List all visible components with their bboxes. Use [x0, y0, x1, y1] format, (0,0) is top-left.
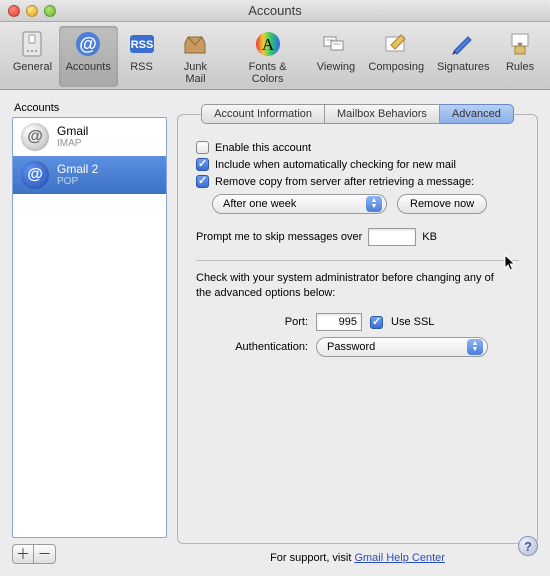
port-input[interactable]: [316, 313, 362, 331]
signatures-icon: [447, 28, 479, 60]
svg-text:@: @: [79, 34, 97, 54]
viewing-icon: [320, 28, 352, 60]
prompt-prefix-label: Prompt me to skip messages over: [196, 231, 362, 243]
tab-advanced[interactable]: Advanced: [440, 104, 514, 124]
at-sign-icon: @: [21, 123, 49, 151]
authentication-value: Password: [327, 341, 375, 353]
rss-icon: RSS: [126, 28, 158, 60]
authentication-label: Authentication:: [196, 341, 308, 353]
account-type: IMAP: [57, 138, 88, 150]
cursor-icon: [504, 254, 518, 272]
port-label: Port:: [196, 316, 308, 328]
rules-icon: [504, 28, 536, 60]
prompt-suffix-label: KB: [422, 231, 437, 243]
use-ssl-label: Use SSL: [391, 316, 434, 328]
remove-copy-label: Remove copy from server after retrieving…: [215, 176, 474, 188]
divider: [196, 260, 519, 261]
add-account-button[interactable]: ＋: [12, 544, 34, 564]
junk-mail-icon: [179, 28, 211, 60]
content-area: Accounts @ Gmail IMAP @ Gmail 2 POP ＋ －: [0, 90, 550, 576]
remove-after-select[interactable]: After one week ▲▼: [212, 194, 387, 214]
svg-text:RSS: RSS: [130, 39, 153, 51]
help-button[interactable]: ?: [518, 536, 538, 556]
accounts-list: @ Gmail IMAP @ Gmail 2 POP: [12, 117, 167, 538]
account-row-gmail[interactable]: @ Gmail IMAP: [13, 118, 166, 156]
composing-icon: [380, 28, 412, 60]
remove-now-button[interactable]: Remove now: [397, 194, 487, 214]
chevron-up-down-icon: ▲▼: [467, 339, 483, 355]
account-row-gmail-2[interactable]: @ Gmail 2 POP: [13, 156, 166, 194]
advanced-panel: Enable this account Include when automat…: [177, 114, 538, 544]
svg-text:A: A: [261, 35, 274, 54]
at-sign-icon: @: [21, 161, 49, 189]
remove-copy-checkbox[interactable]: [196, 175, 209, 188]
fonts-colors-icon: A: [252, 28, 284, 60]
enable-account-checkbox[interactable]: [196, 141, 209, 154]
title-bar: Accounts: [0, 0, 550, 22]
toolbar-accounts[interactable]: @ Accounts: [59, 26, 118, 87]
include-auto-check-label: Include when automatically checking for …: [215, 159, 456, 171]
include-auto-check-checkbox[interactable]: [196, 158, 209, 171]
account-name: Gmail: [57, 124, 88, 138]
preferences-toolbar: General @ Accounts RSS RSS Junk Mail A F…: [0, 22, 550, 90]
toolbar-junk-mail[interactable]: Junk Mail: [166, 26, 226, 87]
support-link[interactable]: Gmail Help Center: [354, 552, 444, 564]
toolbar-composing[interactable]: Composing: [362, 26, 430, 87]
toolbar-rss[interactable]: RSS RSS: [118, 26, 166, 87]
toolbar-fonts-colors[interactable]: A Fonts & Colors: [225, 26, 310, 87]
at-sign-icon: @: [72, 28, 104, 60]
toolbar-viewing[interactable]: Viewing: [310, 26, 362, 87]
authentication-select[interactable]: Password ▲▼: [316, 337, 488, 357]
toolbar-general[interactable]: General: [6, 26, 59, 87]
tab-account-information[interactable]: Account Information: [201, 104, 325, 124]
chevron-up-down-icon: ▲▼: [366, 196, 382, 212]
window-title: Accounts: [0, 3, 550, 18]
use-ssl-checkbox[interactable]: [370, 316, 383, 329]
prompt-size-input[interactable]: [368, 228, 416, 246]
sidebar-title: Accounts: [12, 102, 167, 117]
toolbar-signatures[interactable]: Signatures: [430, 26, 496, 87]
remove-after-value: After one week: [223, 198, 296, 210]
account-name: Gmail 2: [57, 162, 98, 176]
enable-account-label: Enable this account: [215, 142, 311, 154]
remove-account-button[interactable]: －: [34, 544, 56, 564]
general-icon: [16, 28, 48, 60]
toolbar-rules[interactable]: Rules: [496, 26, 544, 87]
admin-note: Check with your system administrator bef…: [196, 271, 506, 301]
tab-bar: Account Information Mailbox Behaviors Ad…: [177, 104, 538, 124]
support-footer: For support, visit Gmail Help Center: [177, 544, 538, 564]
tab-mailbox-behaviors[interactable]: Mailbox Behaviors: [325, 104, 440, 124]
account-type: POP: [57, 176, 98, 188]
support-prefix: For support, visit: [270, 552, 354, 564]
